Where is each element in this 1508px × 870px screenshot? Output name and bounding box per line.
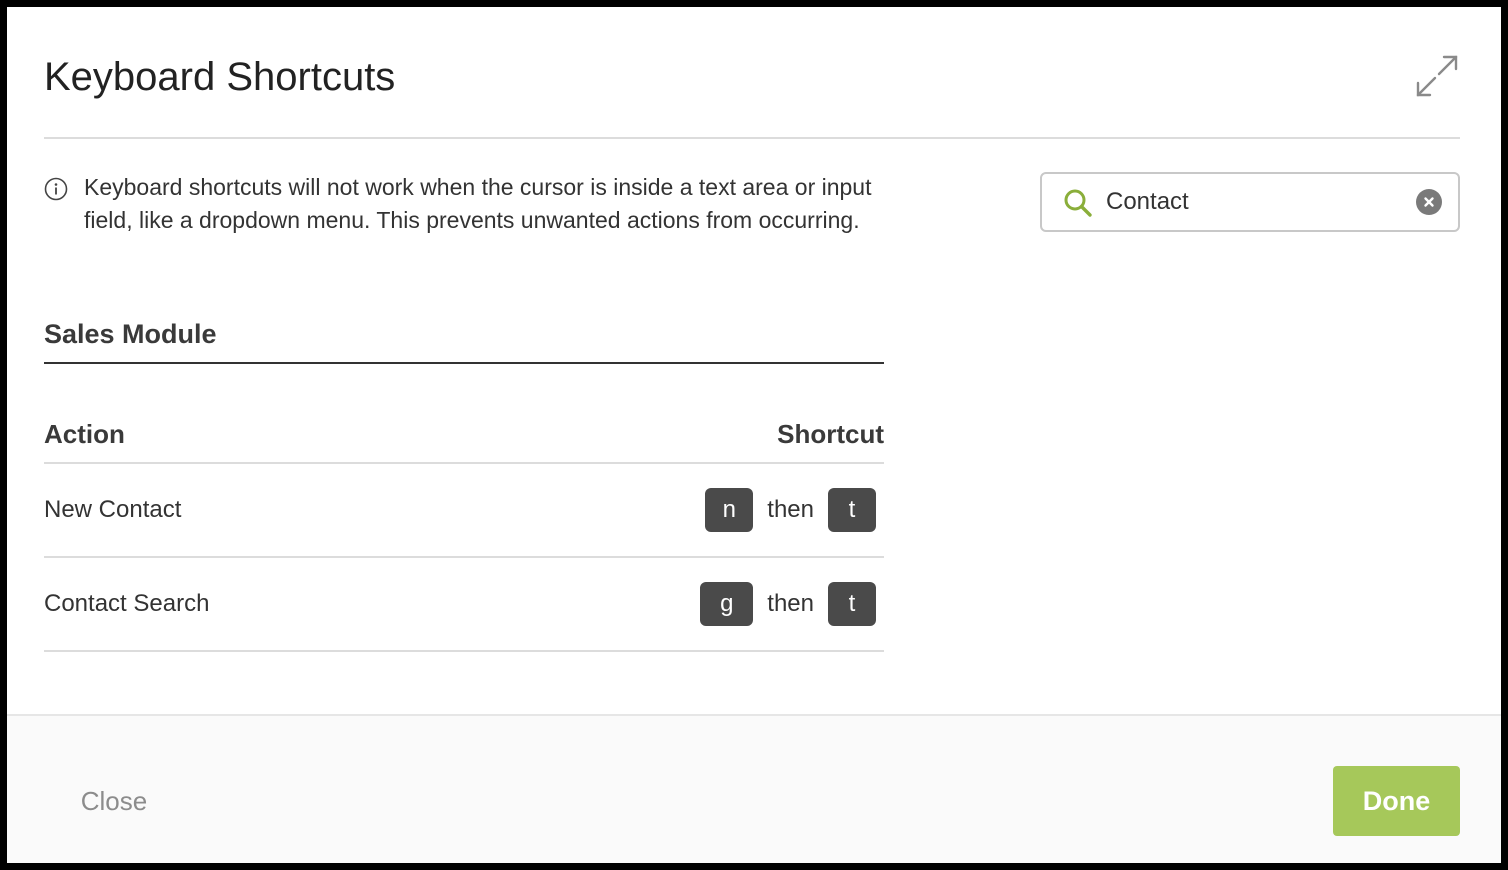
action-label: New Contact [44, 496, 182, 523]
search-icon [1063, 188, 1093, 218]
table-header: Action Shortcut [44, 407, 884, 464]
info-text: Keyboard shortcuts will not work when th… [84, 174, 872, 233]
dialog-header: Keyboard Shortcuts [44, 7, 1460, 139]
section-title: Sales Module [44, 315, 884, 364]
then-text: then [767, 590, 814, 617]
table-row: Contact Search g then t [44, 558, 884, 652]
then-text: then [767, 496, 814, 523]
keyboard-shortcuts-dialog: Keyboard Shortcuts Keyboard shortcuts wi… [7, 7, 1501, 863]
expand-icon[interactable] [1414, 53, 1460, 99]
dialog-footer: Close Done [7, 714, 1501, 863]
key-badge: g [700, 582, 754, 626]
done-button[interactable]: Done [1333, 766, 1460, 836]
key-badge: t [828, 488, 876, 532]
column-header-shortcut: Shortcut [777, 419, 884, 449]
column-header-action: Action [44, 419, 125, 449]
shortcut-keys: n then t [705, 488, 876, 532]
clear-icon[interactable] [1416, 189, 1442, 215]
key-badge: t [828, 582, 876, 626]
table-row: New Contact n then t [44, 464, 884, 558]
search-field[interactable] [1040, 172, 1460, 232]
action-label: Contact Search [44, 590, 210, 617]
close-button[interactable]: Close [61, 766, 167, 836]
search-input[interactable] [1106, 184, 1406, 220]
info-circle-icon [44, 177, 68, 201]
dialog-title: Keyboard Shortcuts [44, 55, 396, 99]
shortcut-keys: g then t [700, 582, 876, 626]
shortcuts-table: Action Shortcut New Contact n then t Con… [44, 407, 884, 652]
key-badge: n [705, 488, 754, 532]
